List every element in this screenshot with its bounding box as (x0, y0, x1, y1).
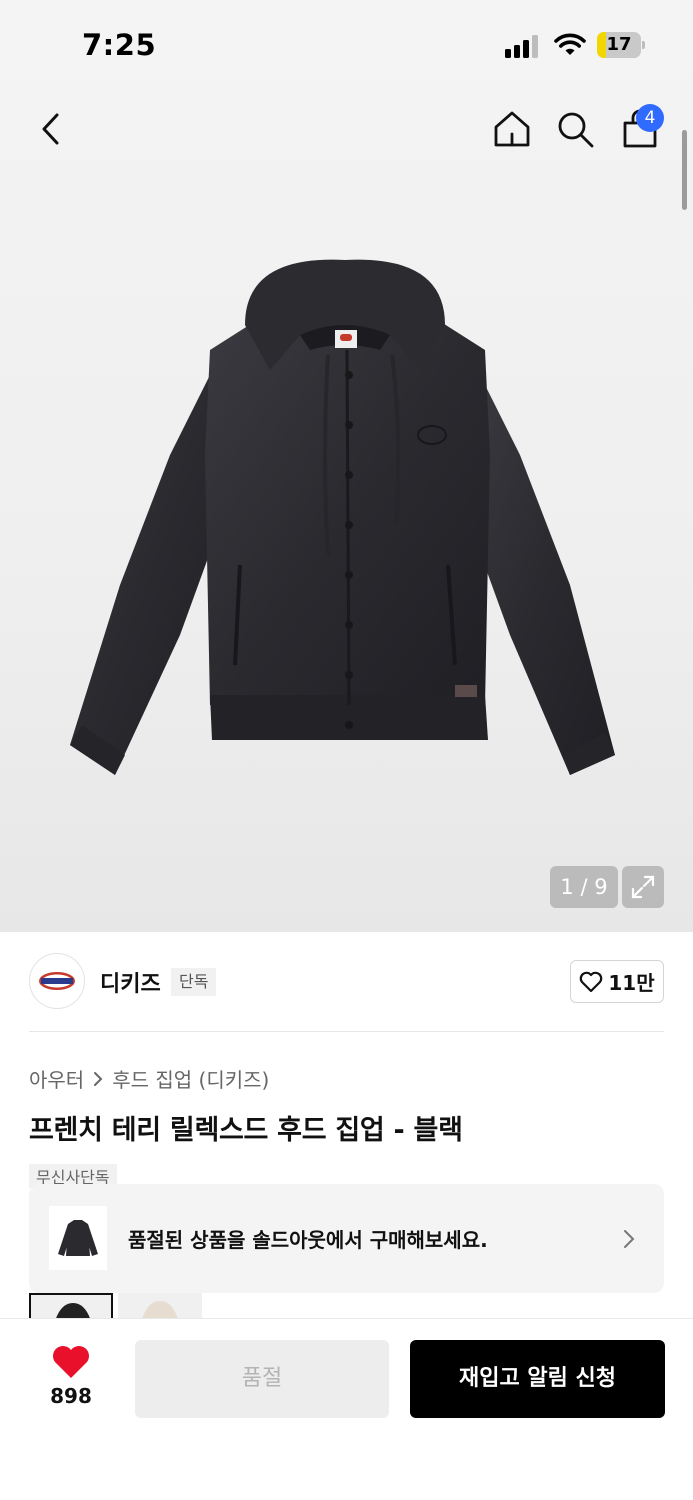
chevron-left-icon (42, 113, 59, 145)
heart-filled-icon (53, 1346, 89, 1378)
dickies-logo-icon (39, 972, 75, 990)
status-time: 7:25 (82, 28, 157, 62)
expand-icon (631, 875, 655, 899)
color-thumbnail-beige[interactable] (118, 1293, 202, 1319)
color-thumbnail-black[interactable] (29, 1293, 113, 1319)
product-photo[interactable] (60, 255, 630, 785)
product-title: 프렌치 테리 릴렉스드 후드 집업 - 블랙 (29, 1115, 463, 1146)
back-button[interactable] (28, 106, 74, 152)
chevron-right-icon (94, 1071, 103, 1086)
restock-alert-button[interactable]: 재입고 알림 신청 (410, 1340, 665, 1418)
product-like-count: 898 (50, 1384, 92, 1408)
expand-button[interactable] (622, 866, 664, 908)
brand-name[interactable]: 디키즈 (100, 966, 161, 998)
cart-count-badge: 4 (636, 104, 664, 132)
exclusive-tag: 단독 (171, 968, 217, 996)
brand-logo[interactable] (29, 953, 85, 1009)
breadcrumb: 아우터 후드 집업 (디키즈) (29, 1064, 269, 1093)
cellular-signal-icon (505, 34, 541, 58)
chevron-right-icon (624, 1230, 635, 1248)
search-icon (558, 112, 594, 148)
brand-like-button[interactable]: 11만 (570, 960, 664, 1003)
scrollbar[interactable] (682, 130, 687, 210)
hoodie-beige-thumb-icon (142, 1301, 178, 1319)
hoodie-black-thumb-icon (55, 1303, 91, 1319)
wifi-icon (554, 33, 586, 55)
banner-text: 품절된 상품을 솔드아웃에서 구매해보세요. (128, 1228, 488, 1252)
hoodie-thumbnail-icon (58, 1220, 98, 1256)
soldout-button[interactable]: 품절 (135, 1340, 389, 1418)
breadcrumb-subcategory[interactable]: 후드 집업 (디키즈) (112, 1064, 269, 1093)
home-button[interactable] (489, 106, 535, 152)
image-page-counter: 1 / 9 (550, 866, 618, 908)
breadcrumb-category[interactable]: 아우터 (29, 1064, 84, 1093)
battery-level: 17 (606, 34, 632, 55)
battery-icon: 17 (597, 32, 646, 58)
heart-outline-icon (580, 971, 603, 992)
search-button[interactable] (552, 106, 598, 152)
banner-thumbnail (49, 1206, 107, 1270)
divider (29, 1031, 664, 1032)
soldout-banner[interactable]: 품절된 상품을 솔드아웃에서 구매해보세요. (29, 1184, 664, 1293)
home-icon (494, 111, 530, 147)
brand-like-count: 11만 (608, 971, 655, 995)
